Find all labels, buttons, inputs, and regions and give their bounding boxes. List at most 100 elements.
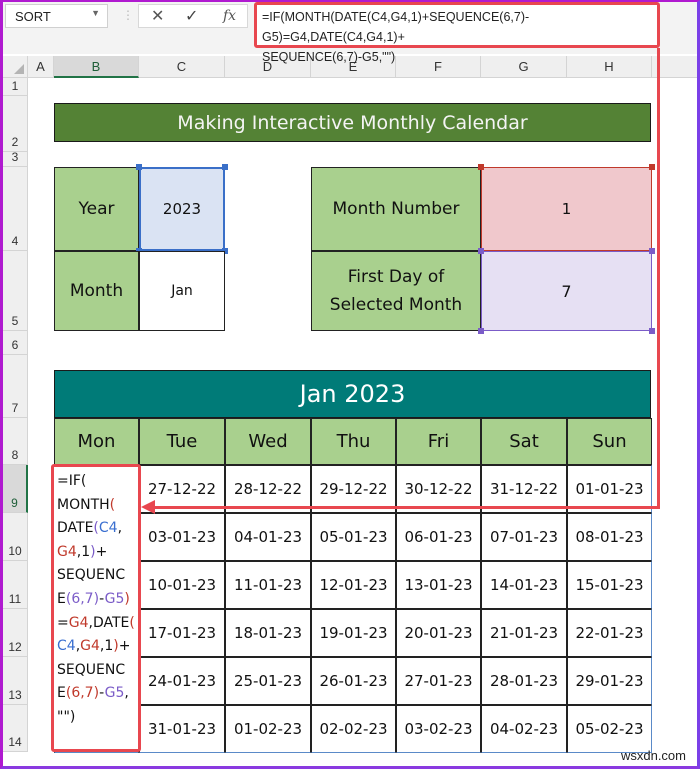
formula-line: =IF( [57, 470, 138, 494]
enter-icon[interactable]: ✓ [185, 6, 198, 25]
formula-line: E(6,7)-G5, [57, 682, 138, 706]
calendar-date-cell[interactable]: 04-02-23 [481, 705, 567, 753]
calendar-date-cell[interactable]: 27-01-23 [396, 657, 481, 705]
calendar-date-cell[interactable]: 31-01-23 [139, 705, 225, 753]
formula-token: , [117, 520, 123, 537]
calendar-date-cell[interactable]: 17-01-23 [139, 609, 225, 657]
month-label: Month [54, 251, 139, 331]
calendar-date-cell[interactable]: 22-01-23 [567, 609, 652, 657]
calendar-date-cell[interactable]: 06-01-23 [396, 513, 481, 561]
formula-bar: SORT ▼ ⋮ ✕ ✓ fx =IF(MONTH(DATE(C4,G4,1)+… [0, 0, 700, 64]
formula-line: DATE(C4, [57, 517, 138, 541]
formula-line: SEQUENC [57, 659, 138, 683]
calendar-date-cell[interactable]: 26-01-23 [311, 657, 396, 705]
row-header-5[interactable]: 5 [3, 251, 28, 331]
calendar-date-cell[interactable]: 05-01-23 [311, 513, 396, 561]
sheet-title: Making Interactive Monthly Calendar [54, 103, 651, 142]
range-handle[interactable] [478, 248, 484, 254]
formula-line: C4,G4,1)+ [57, 635, 138, 659]
calendar-date-cell[interactable]: 25-01-23 [225, 657, 311, 705]
calendar-date-cell[interactable]: 28-01-23 [481, 657, 567, 705]
formula-token: (6,7) [65, 590, 100, 607]
calendar-date-cell[interactable]: 13-01-23 [396, 561, 481, 609]
column-header-b[interactable]: B [54, 56, 139, 78]
formula-token: = [57, 614, 69, 631]
day-header-fri: Fri [396, 418, 481, 465]
row-header-2[interactable]: 2 [3, 96, 28, 152]
insert-function-icon[interactable]: fx [223, 8, 236, 24]
calendar-date-cell[interactable]: 08-01-23 [567, 513, 652, 561]
row-header-11[interactable]: 11 [3, 561, 28, 609]
calendar-date-cell[interactable]: 04-01-23 [225, 513, 311, 561]
range-handle[interactable] [649, 164, 655, 170]
calendar-date-cell[interactable]: 14-01-23 [481, 561, 567, 609]
first-day-label-line-1: First Day of [347, 267, 445, 287]
calendar-date-cell[interactable]: 03-01-23 [139, 513, 225, 561]
month-number-cell[interactable]: 1 [481, 167, 652, 251]
range-handle[interactable] [649, 248, 655, 254]
calendar-date-cell[interactable]: 24-01-23 [139, 657, 225, 705]
year-cell[interactable]: 2023 [139, 167, 225, 251]
calendar-date-cell[interactable]: 15-01-23 [567, 561, 652, 609]
calendar-date-cell[interactable]: 11-01-23 [225, 561, 311, 609]
cancel-icon[interactable]: ✕ [151, 6, 164, 25]
calendar-date-cell[interactable]: 12-01-23 [311, 561, 396, 609]
column-header-a[interactable]: A [28, 56, 54, 78]
formula-line-2: SEQUENCE(6,7)-G5,"") [262, 50, 396, 64]
formula-token: "") [57, 708, 76, 725]
calendar-date-cell[interactable]: 01-02-23 [225, 705, 311, 753]
day-header-wed: Wed [225, 418, 311, 465]
calendar-date-cell[interactable]: 18-01-23 [225, 609, 311, 657]
watermark: wsxdn.com [620, 748, 686, 763]
row-header-12[interactable]: 12 [3, 609, 28, 657]
row-header-10[interactable]: 10 [3, 513, 28, 561]
row-header-8[interactable]: 8 [3, 418, 28, 465]
first-day-label: First Day of Selected Month [311, 251, 481, 331]
formula-token: C4 [57, 638, 76, 655]
row-header-3[interactable]: 3 [3, 150, 28, 167]
calendar-date-cell[interactable]: 20-01-23 [396, 609, 481, 657]
calendar-date-cell[interactable]: 29-01-23 [567, 657, 652, 705]
formula-line: "") [57, 706, 138, 730]
formula-line-1: =IF(MONTH(DATE(C4,G4,1)+SEQUENCE(6,7)-G5… [262, 10, 530, 44]
calendar-date-cell[interactable]: 19-01-23 [311, 609, 396, 657]
formula-token: + [95, 543, 108, 560]
calendar-date-cell[interactable]: 05-02-23 [567, 705, 652, 753]
formula-token: ( [109, 496, 116, 513]
row-header-7[interactable]: 7 [3, 355, 28, 418]
row-header-13[interactable]: 13 [3, 657, 28, 705]
calendar-date-cell[interactable]: 07-01-23 [481, 513, 567, 561]
chevron-down-icon[interactable]: ▼ [91, 8, 100, 18]
formula-line: G4,1)+ [57, 541, 138, 565]
arrow-connector [150, 506, 660, 509]
range-handle[interactable] [222, 164, 228, 170]
formula-line: =G4,DATE( [57, 612, 138, 636]
formula-token: ,DATE [88, 614, 130, 631]
mon-cell-formula-editor[interactable]: =IF(MONTH(DATE(C4, G4,1)+ SEQUENC E(6,7)-G5… [51, 464, 141, 752]
range-handle[interactable] [136, 164, 142, 170]
row-header-4[interactable]: 4 [3, 167, 28, 251]
calendar-date-cell[interactable]: 02-02-23 [311, 705, 396, 753]
formula-token: E [57, 590, 66, 607]
row-header-9[interactable]: 9 [3, 465, 28, 513]
calendar-date-cell[interactable]: 21-01-23 [481, 609, 567, 657]
row-header-14[interactable]: 14 [3, 705, 28, 752]
month-cell[interactable]: Jan [139, 251, 225, 331]
range-handle[interactable] [478, 164, 484, 170]
formula-token: (6,7) [65, 685, 100, 702]
range-handle[interactable] [649, 328, 655, 334]
formula-token: C4 [98, 520, 118, 537]
select-all-button[interactable] [3, 56, 28, 78]
calendar-date-cell[interactable]: 10-01-23 [139, 561, 225, 609]
row-header-1[interactable]: 1 [3, 78, 28, 96]
formula-token: G4 [68, 614, 89, 631]
name-box[interactable]: SORT ▼ [5, 4, 108, 28]
formula-token: , [124, 685, 129, 702]
first-day-label-line-2: Selected Month [329, 295, 463, 315]
first-day-cell[interactable]: 7 [481, 251, 652, 331]
calendar-date-cell[interactable]: 03-02-23 [396, 705, 481, 753]
range-handle[interactable] [478, 328, 484, 334]
column-header-c[interactable]: C [139, 56, 225, 78]
formula-input[interactable]: =IF(MONTH(DATE(C4,G4,1)+SEQUENCE(6,7)-G5… [254, 2, 660, 64]
row-header-6[interactable]: 6 [3, 331, 28, 355]
